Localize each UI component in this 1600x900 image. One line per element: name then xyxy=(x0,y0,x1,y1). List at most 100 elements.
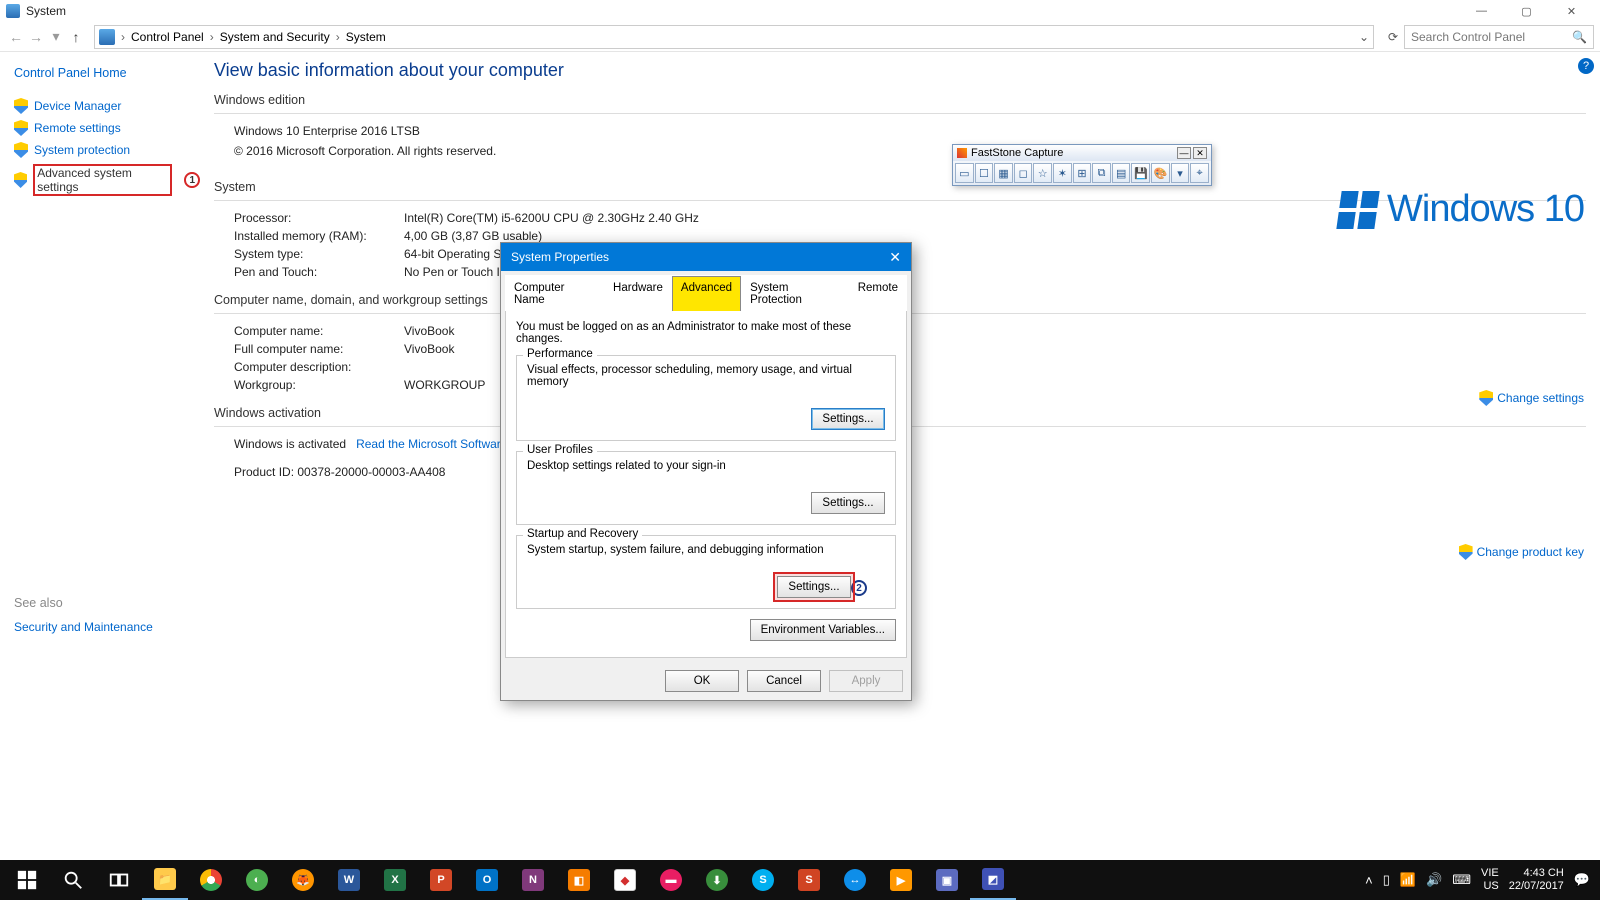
taskbar-app-excel[interactable]: X xyxy=(372,860,418,900)
pen-touch-label: Pen and Touch: xyxy=(234,265,404,279)
fs-capture-freehand[interactable]: ◻ xyxy=(1014,163,1033,183)
tab-remote[interactable]: Remote xyxy=(849,276,907,311)
taskbar-app-faststone[interactable]: ◩ xyxy=(970,860,1016,900)
taskbar-app-idm[interactable]: ⬇ xyxy=(694,860,740,900)
taskbar-app-generic4[interactable]: ▣ xyxy=(924,860,970,900)
fs-save-icon[interactable]: 💾 xyxy=(1131,163,1150,183)
control-panel-home-link[interactable]: Control Panel Home xyxy=(14,66,200,80)
faststone-minimize[interactable]: — xyxy=(1177,147,1191,159)
environment-variables-button[interactable]: Environment Variables... xyxy=(750,619,896,641)
taskbar-app-chrome[interactable] xyxy=(188,860,234,900)
taskbar-app-outlook[interactable]: O xyxy=(464,860,510,900)
fs-capture-fullscreen[interactable]: ☆ xyxy=(1033,163,1052,183)
taskbar-app-firefox[interactable]: 🦊 xyxy=(280,860,326,900)
taskbar-app-word[interactable]: W xyxy=(326,860,372,900)
start-button[interactable] xyxy=(4,860,50,900)
tab-advanced[interactable]: Advanced xyxy=(672,276,741,311)
sidebar-item-system-protection[interactable]: System protection xyxy=(14,142,200,158)
sidebar: Control Panel Home Device Manager Remote… xyxy=(0,52,200,860)
breadcrumb-dropdown[interactable]: ⌄ xyxy=(1359,30,1369,44)
shield-icon xyxy=(14,172,27,188)
search-input[interactable]: Search Control Panel 🔍 xyxy=(1404,25,1594,49)
tray-language[interactable]: VIEUS xyxy=(1481,867,1499,892)
nav-up[interactable]: ↑ xyxy=(66,29,86,45)
taskbar-app-sharepoint[interactable]: S xyxy=(786,860,832,900)
search-button[interactable] xyxy=(50,860,96,900)
fs-draw-icon[interactable]: 🎨 xyxy=(1151,163,1170,183)
cancel-button[interactable]: Cancel xyxy=(747,670,821,692)
breadcrumb-sep: › xyxy=(334,30,342,44)
group-user-profiles-desc: Desktop settings related to your sign-in xyxy=(527,460,885,472)
windows-logo-text: Windows 10 xyxy=(1387,188,1584,231)
ok-button[interactable]: OK xyxy=(665,670,739,692)
taskbar-app-powerpoint[interactable]: P xyxy=(418,860,464,900)
window-close[interactable]: ✕ xyxy=(1549,0,1594,22)
processor-label: Processor: xyxy=(234,211,404,225)
tray-clock[interactable]: 4:43 CH22/07/2017 xyxy=(1509,867,1564,892)
apply-button[interactable]: Apply xyxy=(829,670,903,692)
nav-back[interactable]: ← xyxy=(6,29,26,45)
taskbar-app-explorer[interactable]: 📁 xyxy=(142,860,188,900)
taskbar-app-onenote[interactable]: N xyxy=(510,860,556,900)
help-icon[interactable]: ? xyxy=(1578,58,1594,74)
tray-keyboard-icon[interactable]: ⌨ xyxy=(1452,872,1471,888)
taskbar-app-mediaplayer[interactable]: ▶ xyxy=(878,860,924,900)
tray-show-hidden-icon[interactable]: ˄ xyxy=(1365,873,1373,888)
fs-capture-rect[interactable]: ▦ xyxy=(994,163,1013,183)
nav-refresh[interactable]: ⟳ xyxy=(1382,30,1404,44)
fs-settings-dropdown[interactable]: ▾ xyxy=(1171,163,1190,183)
startup-recovery-settings-button[interactable]: Settings... xyxy=(777,576,851,598)
sidebar-item-remote-settings[interactable]: Remote settings xyxy=(14,120,200,136)
faststone-toolbar[interactable]: FastStone Capture — ✕ ▭ ☐ ▦ ◻ ☆ ✶ ⊞ ⧉ ▤ … xyxy=(952,144,1212,186)
breadcrumb-bar[interactable]: › Control Panel › System and Security › … xyxy=(94,25,1374,49)
fs-capture-scroll[interactable]: ✶ xyxy=(1053,163,1072,183)
fs-color-picker[interactable]: ⌖ xyxy=(1190,163,1209,183)
faststone-titlebar[interactable]: FastStone Capture — ✕ xyxy=(953,145,1211,161)
taskbar-app-generic1[interactable]: ◧ xyxy=(556,860,602,900)
tray-volume-icon[interactable]: 🔊 xyxy=(1426,872,1442,888)
activation-terms-link[interactable]: Read the Microsoft Software L xyxy=(356,437,517,451)
tray-battery-icon[interactable]: ▯ xyxy=(1383,872,1390,888)
fs-capture-fixed[interactable]: ⊞ xyxy=(1073,163,1092,183)
computer-description-label: Computer description: xyxy=(234,360,404,374)
dialog-close[interactable]: ✕ xyxy=(889,249,901,266)
nav-recent-dropdown[interactable]: ▾ xyxy=(46,28,66,45)
user-profiles-settings-button[interactable]: Settings... xyxy=(811,492,885,514)
breadcrumb-2[interactable]: System and Security xyxy=(216,30,334,44)
change-product-key-label: Change product key xyxy=(1477,545,1584,559)
fs-screen-recorder[interactable]: ▤ xyxy=(1112,163,1131,183)
admin-note: You must be logged on as an Administrato… xyxy=(516,321,896,345)
breadcrumb-1[interactable]: Control Panel xyxy=(127,30,208,44)
see-also-security-maintenance[interactable]: Security and Maintenance xyxy=(14,620,200,634)
fs-capture-window[interactable]: ▭ xyxy=(955,163,974,183)
fs-capture-object[interactable]: ☐ xyxy=(975,163,994,183)
sidebar-item-device-manager[interactable]: Device Manager xyxy=(14,98,200,114)
taskbar-app-skype[interactable]: S xyxy=(740,860,786,900)
taskbar-app-generic2[interactable]: ◆ xyxy=(602,860,648,900)
tray-notifications-icon[interactable]: 💬 xyxy=(1574,872,1590,888)
taskbar-app-coccoc[interactable]: ◐ xyxy=(234,860,280,900)
window-minimize[interactable]: — xyxy=(1459,0,1504,22)
sidebar-item-advanced-system-settings[interactable]: Advanced system settings1 xyxy=(14,164,200,196)
taskbar-app-generic3[interactable]: ▬ xyxy=(648,860,694,900)
tab-hardware[interactable]: Hardware xyxy=(604,276,672,311)
performance-settings-button[interactable]: Settings... xyxy=(811,408,885,430)
group-performance-desc: Visual effects, processor scheduling, me… xyxy=(527,364,885,388)
change-product-key-link[interactable]: Change product key xyxy=(1459,544,1584,560)
taskbar-app-teamviewer[interactable]: ↔ xyxy=(832,860,878,900)
change-settings-link[interactable]: Change settings xyxy=(1479,390,1584,406)
task-view-button[interactable] xyxy=(96,860,142,900)
faststone-close[interactable]: ✕ xyxy=(1193,147,1207,159)
dialog-titlebar[interactable]: System Properties ✕ xyxy=(501,243,911,271)
tray-wifi-icon[interactable]: 📶 xyxy=(1400,872,1416,888)
fs-capture-repeat[interactable]: ⧉ xyxy=(1092,163,1111,183)
tab-system-protection[interactable]: System Protection xyxy=(741,276,849,311)
breadcrumb-3[interactable]: System xyxy=(342,30,390,44)
processor-value: Intel(R) Core(TM) i5-6200U CPU @ 2.30GHz… xyxy=(404,211,699,225)
window-maximize[interactable]: ▢ xyxy=(1504,0,1549,22)
nav-forward[interactable]: → xyxy=(26,29,46,45)
sidebar-item-label: Device Manager xyxy=(34,99,121,113)
shield-icon xyxy=(14,120,28,136)
tab-computer-name[interactable]: Computer Name xyxy=(505,276,604,311)
copyright-text: © 2016 Microsoft Corporation. All rights… xyxy=(234,144,1586,158)
